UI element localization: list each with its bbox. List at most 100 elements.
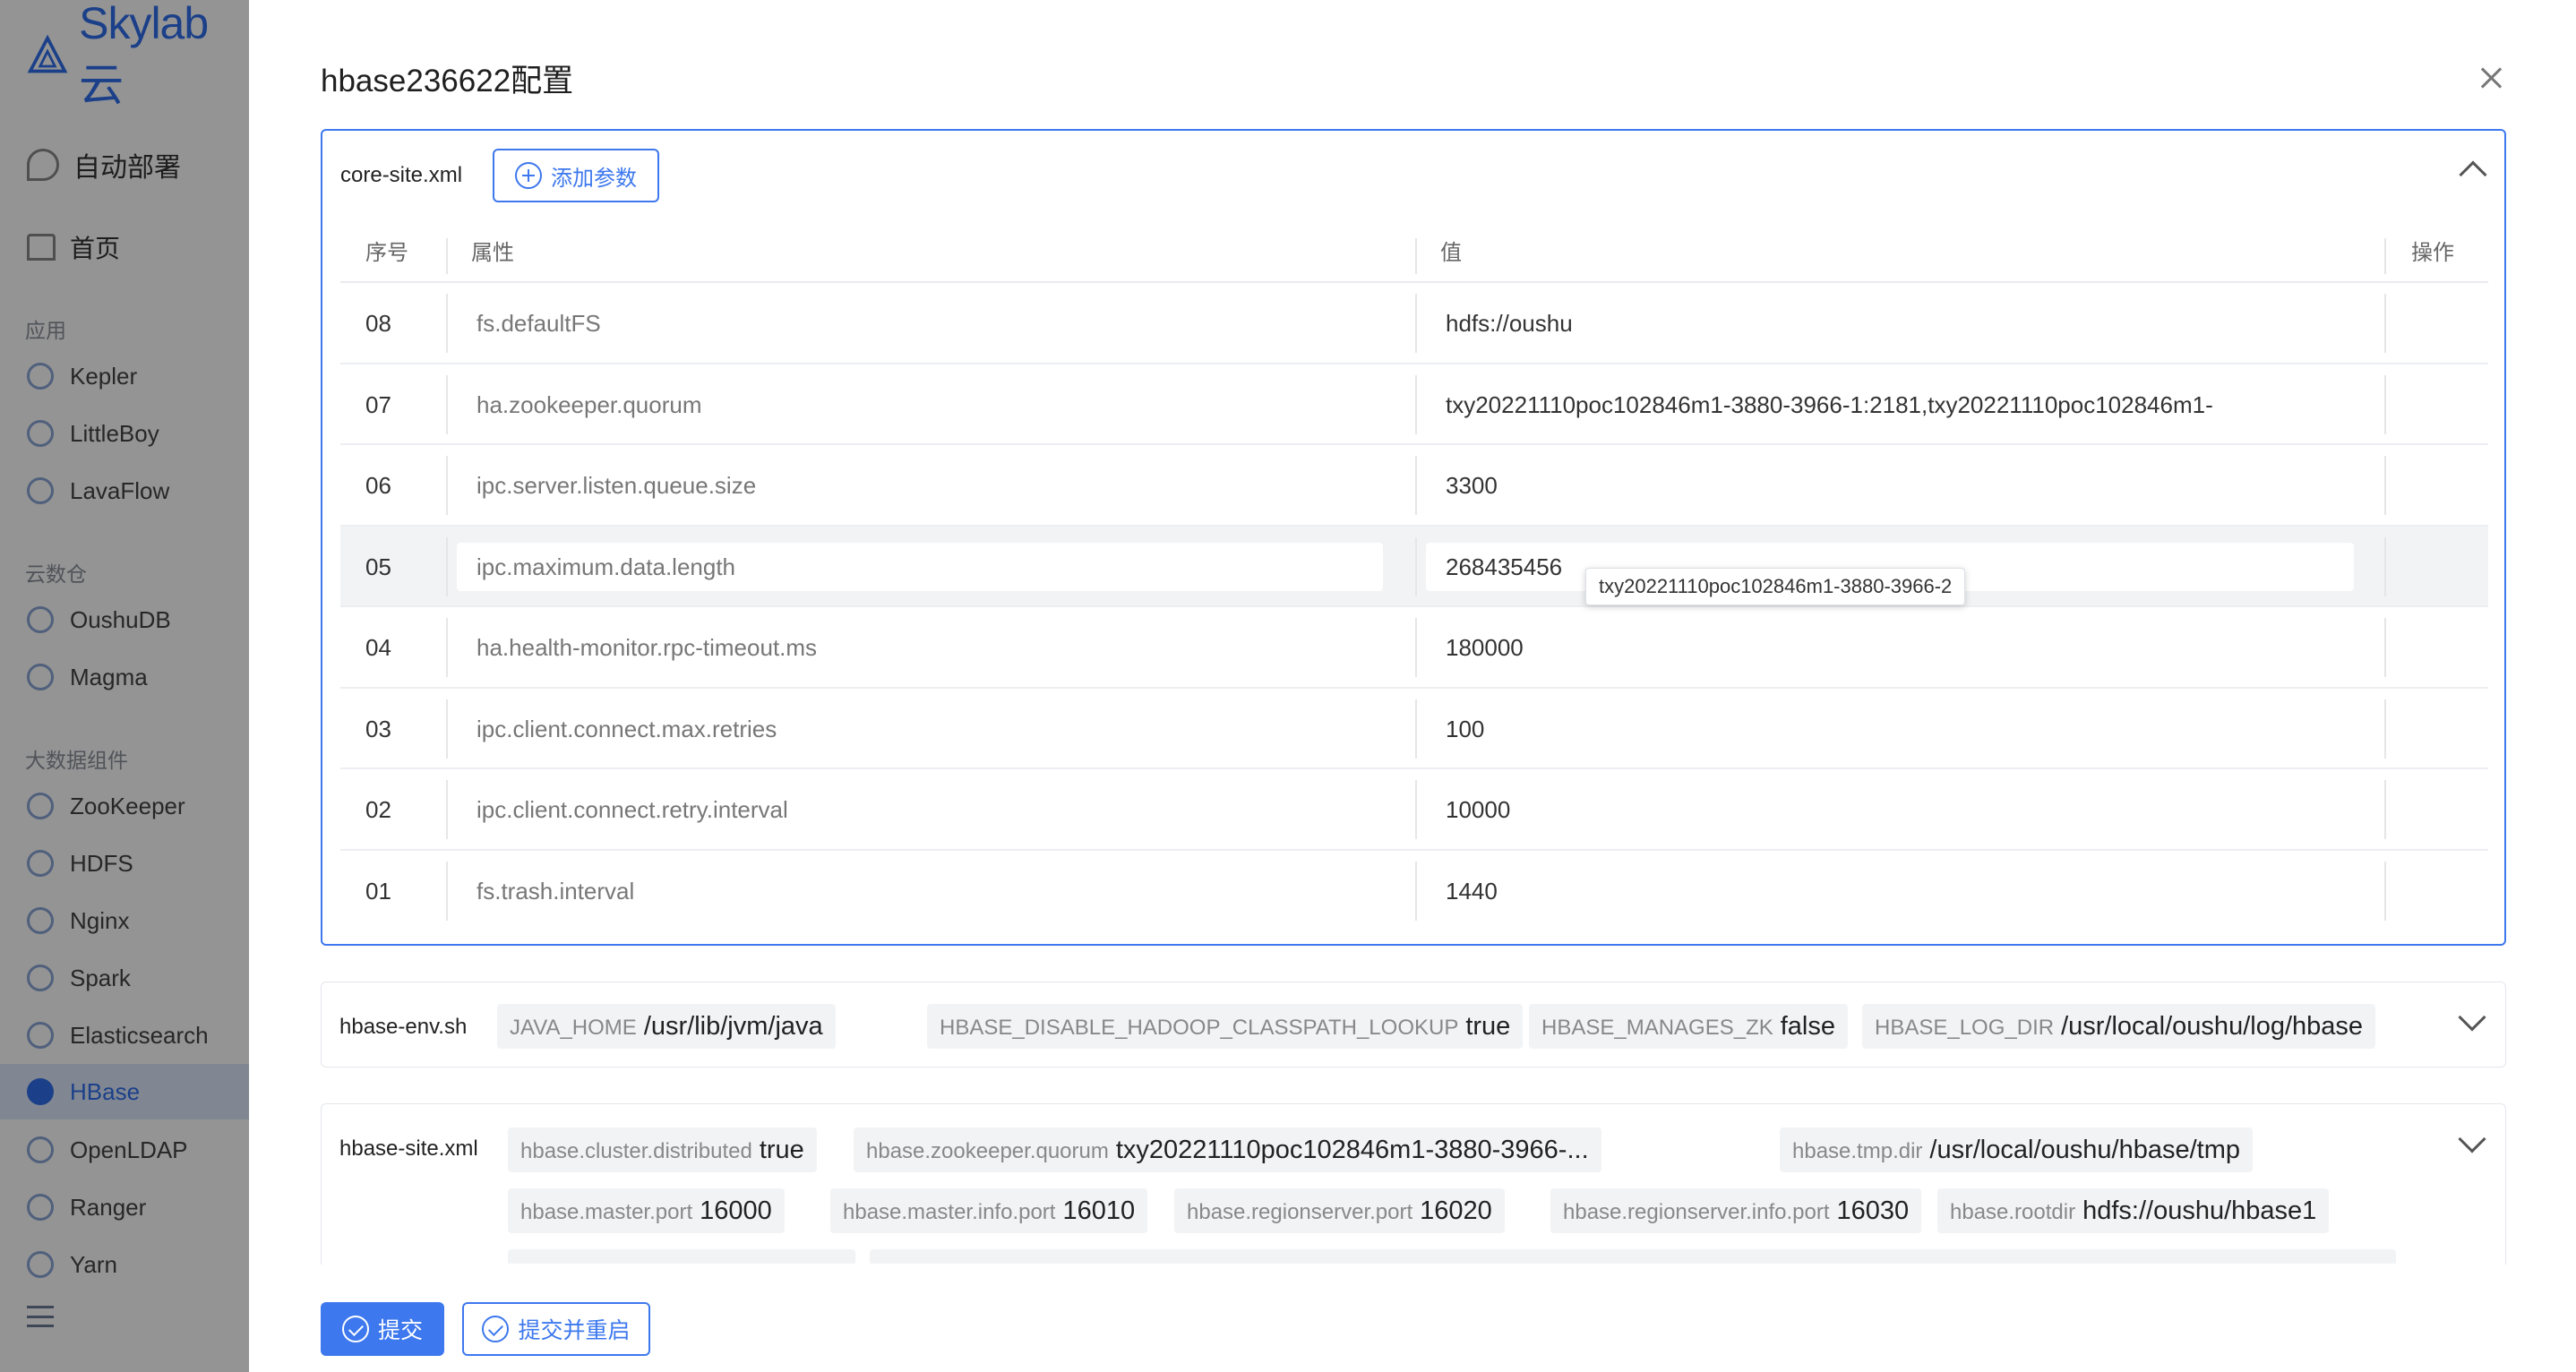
site-tag[interactable]: hbase.regionserver.port 16020 (1174, 1188, 1505, 1233)
tag-value: 16030 (1836, 1196, 1910, 1225)
col-divider (2384, 238, 2386, 274)
row-index: 08 (365, 310, 391, 337)
row-value[interactable]: txy20221110poc102846m1-3880-3966-1:2181,… (1446, 364, 2377, 445)
col-divider (446, 238, 448, 274)
drawer-title: hbase236622配置 (321, 64, 574, 99)
table-row-hovered[interactable]: 05 ipc.maximum.data.length 268435456 (340, 526, 2488, 607)
row-property[interactable]: fs.defaultFS (477, 283, 1408, 364)
table-row[interactable]: 08 fs.defaultFS hdfs://oushu (340, 283, 2488, 364)
tag-value: true (1465, 1012, 1511, 1041)
row-index: 03 (365, 715, 391, 742)
row-property[interactable]: ipc.client.connect.retry.interval (477, 769, 1408, 850)
site-tag-partial (508, 1249, 855, 1264)
tag-key: HBASE_MANAGES_ZK (1541, 1016, 1773, 1040)
row-property[interactable]: ha.health-monitor.rpc-timeout.ms (477, 607, 1408, 688)
col-divider (2384, 294, 2386, 353)
row-index: 05 (365, 553, 391, 580)
row-index: 04 (365, 634, 391, 661)
tag-key: hbase.cluster.distributed (520, 1139, 752, 1163)
col-property: 属性 (471, 241, 514, 265)
hbase-site-panel[interactable]: hbase-site.xml hbase.cluster.distributed… (321, 1103, 2506, 1265)
submit-label: 提交 (377, 1318, 423, 1343)
row-property[interactable]: ipc.client.connect.max.retries (477, 689, 1408, 769)
row-property[interactable]: fs.trash.interval (477, 851, 1408, 931)
col-divider (1415, 618, 1417, 677)
tag-value: 16010 (1062, 1196, 1136, 1225)
row-index: 07 (365, 390, 391, 418)
col-divider (1415, 456, 1417, 515)
col-action: 操作 (2411, 241, 2454, 265)
table-header: 序号 属性 值 操作 (340, 224, 2488, 283)
site-tag[interactable]: hbase.regionserver.info.port 16030 (1550, 1188, 1922, 1233)
row-value[interactable]: 180000 (1446, 607, 2377, 688)
col-index: 序号 (365, 241, 408, 265)
check-circle-icon (482, 1316, 510, 1342)
submit-button[interactable]: 提交 (321, 1302, 444, 1356)
core-site-label[interactable]: core-site.xml (340, 163, 462, 188)
row-value[interactable]: 3300 (1446, 445, 2377, 526)
row-property[interactable]: ha.zookeeper.quorum (477, 364, 1408, 445)
col-divider (2384, 780, 2386, 839)
core-site-table: 序号 属性 值 操作 08 fs.defaultFS hdfs://oushu … (340, 224, 2488, 931)
submit-restart-label: 提交并重启 (518, 1318, 631, 1343)
site-tag[interactable]: hbase.rootdir hdfs://oushu/hbase1 (1937, 1188, 2330, 1233)
col-divider (446, 699, 448, 759)
site-tag[interactable]: hbase.master.port 16000 (508, 1188, 785, 1233)
site-tag[interactable]: hbase.master.info.port 16010 (830, 1188, 1148, 1233)
row-value[interactable]: hdfs://oushu (1446, 283, 2377, 364)
tag-key: hbase.rootdir (1950, 1200, 2076, 1224)
table-row[interactable]: 01 fs.trash.interval 1440 (340, 851, 2488, 932)
row-value[interactable]: 100 (1446, 689, 2377, 769)
hbase-env-label[interactable]: hbase-env.sh (339, 1015, 467, 1040)
env-tag[interactable]: HBASE_DISABLE_HADOOP_CLASSPATH_LOOKUP tru… (927, 1004, 1524, 1049)
table-row[interactable]: 03 ipc.client.connect.max.retries 100 (340, 689, 2488, 769)
config-drawer: hbase236622配置 core-site.xml 添加参数 序号 属性 值… (249, 0, 2576, 1372)
col-divider (446, 861, 448, 921)
site-tag[interactable]: hbase.cluster.distributed true (508, 1128, 817, 1172)
tag-value: true (759, 1136, 804, 1164)
env-tag[interactable]: HBASE_LOG_DIR/usr/local/oushu/log/hbase (1862, 1004, 2376, 1049)
row-property[interactable]: ipc.server.listen.queue.size (477, 445, 1408, 526)
table-row[interactable]: 04 ha.health-monitor.rpc-timeout.ms 1800… (340, 607, 2488, 689)
table-row[interactable]: 07 ha.zookeeper.quorum txy20221110poc102… (340, 364, 2488, 445)
close-icon[interactable] (2476, 63, 2506, 93)
tag-value: txy20221110poc102846m1-3880-3966-... (1115, 1136, 1589, 1164)
col-divider (2384, 374, 2386, 434)
hbase-site-label[interactable]: hbase-site.xml (339, 1136, 478, 1162)
env-tag[interactable]: JAVA_HOME/usr/lib/jvm/java (497, 1004, 836, 1049)
col-divider (1415, 861, 1417, 921)
table-row[interactable]: 06 ipc.server.listen.queue.size 3300 (340, 445, 2488, 527)
submit-restart-button[interactable]: 提交并重启 (462, 1302, 650, 1356)
tag-key: hbase.regionserver.port (1187, 1200, 1413, 1224)
col-divider (2384, 861, 2386, 921)
tag-value: /usr/local/oushu/hbase/tmp (1929, 1136, 2240, 1164)
col-divider (1415, 536, 1417, 596)
col-divider (1415, 780, 1417, 839)
row-index: 01 (365, 877, 391, 905)
row-value[interactable]: 10000 (1446, 769, 2377, 850)
col-divider (446, 536, 448, 596)
row-property[interactable]: ipc.maximum.data.length (477, 527, 1372, 607)
hbase-env-panel[interactable]: hbase-env.sh JAVA_HOME/usr/lib/jvm/java … (321, 982, 2506, 1068)
tag-value: false (1780, 1012, 1836, 1041)
col-divider (1415, 238, 1417, 274)
value-tooltip: txy20221110poc102846m1-3880-3966-2 (1585, 568, 1966, 605)
tag-key: hbase.regionserver.info.port (1563, 1200, 1830, 1224)
col-divider (446, 374, 448, 434)
tag-key: JAVA_HOME (510, 1016, 637, 1040)
tag-key: hbase.zookeeper.quorum (866, 1139, 1109, 1163)
row-value[interactable]: 1440 (1446, 851, 2377, 931)
env-tag[interactable]: HBASE_MANAGES_ZK false (1529, 1004, 1849, 1049)
add-param-label: 添加参数 (551, 166, 637, 191)
add-param-button[interactable]: 添加参数 (493, 149, 659, 202)
site-tag[interactable]: hbase.zookeeper.quorum txy20221110poc1028… (854, 1128, 1601, 1172)
site-tag[interactable]: hbase.tmp.dir/usr/local/oushu/hbase/tmp (1780, 1128, 2253, 1172)
core-site-panel: core-site.xml 添加参数 序号 属性 值 操作 08 fs.defa… (321, 129, 2506, 946)
chevron-down-icon[interactable] (2458, 1003, 2486, 1032)
col-divider (2384, 618, 2386, 677)
col-divider (2384, 699, 2386, 759)
tag-value: /usr/local/oushu/log/hbase (2061, 1012, 2364, 1041)
table-row[interactable]: 02 ipc.client.connect.retry.interval 100… (340, 769, 2488, 851)
chevron-up-icon[interactable] (2459, 160, 2487, 189)
tag-key: hbase.master.info.port (843, 1200, 1056, 1224)
